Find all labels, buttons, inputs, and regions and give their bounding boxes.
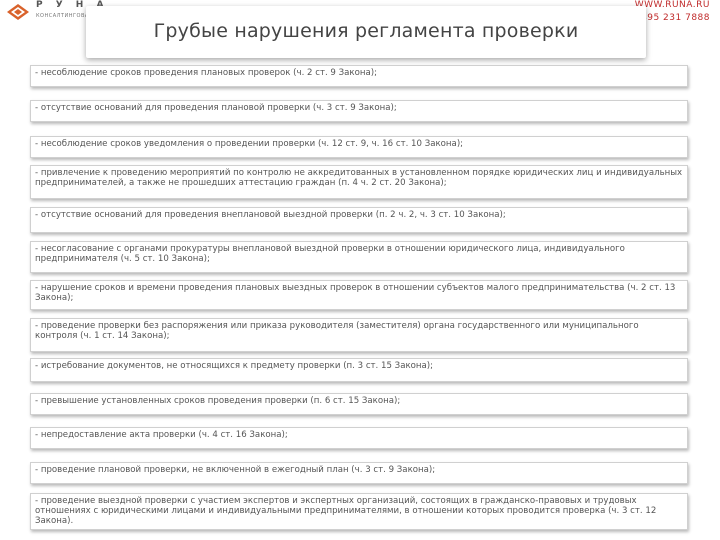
list-item: - непредоставление акта проверки (ч. 4 с…	[30, 427, 688, 449]
runa-logo-icon	[7, 4, 29, 20]
list-item: - отсутствие оснований для проведения вн…	[30, 207, 688, 233]
list-item: - превышение установленных сроков провед…	[30, 393, 688, 415]
list-item: - проведение проверки без распоряжения и…	[30, 318, 688, 352]
title-panel: Грубые нарушения регламента проверки	[86, 6, 646, 58]
list-item: - отсутствие оснований для проведения пл…	[30, 100, 688, 122]
list-item: - нарушение сроков и времени проведения …	[30, 280, 688, 310]
phone-number: 495 231 7888	[641, 13, 710, 23]
list-item: - несоблюдение сроков проведения плановы…	[30, 65, 688, 87]
page-title: Грубые нарушения регламента проверки	[153, 20, 579, 42]
list-item: - несоблюдение сроков уведомления о пров…	[30, 136, 688, 158]
list-item: - проведение выездной проверки с участие…	[30, 493, 688, 530]
list-item: - истребование документов, не относящихс…	[30, 358, 688, 382]
list-item: - несогласование с органами прокуратуры …	[30, 241, 688, 273]
list-item: - проведение плановой проверки, не включ…	[30, 462, 688, 484]
list-item: - привлечение к проведению мероприятий п…	[30, 165, 688, 199]
